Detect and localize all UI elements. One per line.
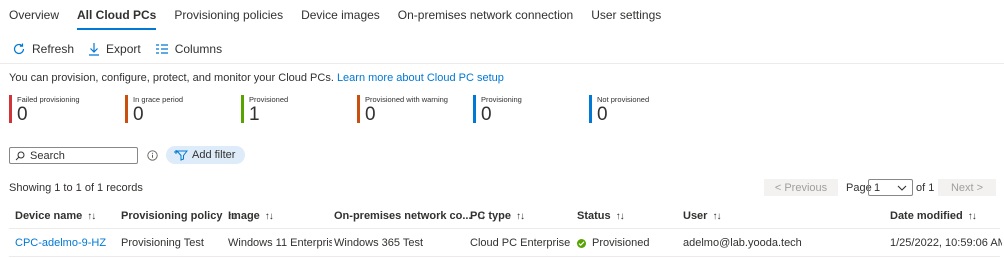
toolbar-divider [0, 63, 1004, 64]
download-icon [89, 43, 100, 56]
column-header-label: Image [228, 210, 260, 222]
page-total: of 1 [916, 182, 935, 194]
stat-value: 0 [481, 104, 492, 125]
info-description: You can provision, configure, protect, a… [9, 72, 337, 84]
tab-overview[interactable]: Overview [9, 0, 59, 30]
add-filter-label: Add filter [192, 149, 236, 161]
column-header-label: PC type [470, 210, 511, 222]
toolbar: Refresh Export Columns [0, 38, 236, 60]
cell-device-name[interactable]: CPC-adelmo-9-HZ [15, 237, 115, 249]
cell-pc-type: Cloud PC Enterprise 2v... [470, 237, 574, 249]
stat-value: 0 [133, 104, 144, 125]
refresh-label: Refresh [32, 42, 75, 56]
stat-label: Not provisioned [597, 95, 650, 104]
status-summary: Failed provisioning 0 In grace period 0 … [9, 94, 705, 125]
column-header-label: User [683, 210, 708, 222]
column-header-pc-type[interactable]: PC type ↑↓ [470, 210, 525, 222]
export-button[interactable]: Export [88, 42, 141, 56]
tab-device-images[interactable]: Device images [301, 0, 380, 30]
stat-color-bar [241, 95, 244, 123]
page-select[interactable]: 1 [868, 179, 913, 196]
stat-label: Provisioned with warning [365, 95, 448, 104]
tab-provisioning-policies[interactable]: Provisioning policies [174, 0, 283, 30]
page-select-value: 1 [874, 181, 881, 194]
stat-color-bar [357, 95, 360, 123]
sort-icon: ↑↓ [87, 210, 96, 222]
tab-bar: Overview All Cloud PCs Provisioning poli… [0, 0, 679, 32]
cell-provisioning-policy: Provisioning Test [121, 237, 204, 249]
stat-value: 0 [365, 104, 376, 125]
columns-label: Columns [174, 42, 223, 56]
cell-network: Windows 365 Test [334, 237, 424, 249]
info-text: You can provision, configure, protect, a… [9, 72, 504, 84]
stat-not-provisioned[interactable]: Not provisioned 0 [589, 94, 705, 125]
stat-label: In grace period [133, 95, 184, 104]
sort-icon: ↑↓ [615, 210, 625, 222]
stat-color-bar [125, 95, 128, 123]
sort-icon: ↑↓ [264, 210, 274, 222]
cell-status: Provisioned [577, 237, 677, 249]
column-header-status[interactable]: Status ↑↓ [577, 210, 625, 222]
stat-color-bar [473, 95, 476, 123]
cell-date-modified: 1/25/2022, 10:59:06 AM [890, 237, 1002, 249]
columns-icon [155, 44, 168, 54]
learn-more-link[interactable]: Learn more about Cloud PC setup [337, 72, 504, 84]
info-icon[interactable] [147, 150, 158, 161]
success-check-icon [577, 238, 586, 248]
next-page-button[interactable]: Next > [938, 179, 996, 196]
column-header-label: On-premises network co... [334, 210, 472, 222]
stat-label: Provisioning [481, 95, 522, 104]
refresh-icon [13, 43, 25, 55]
filter-icon [174, 150, 188, 161]
search-icon [15, 151, 25, 160]
column-header-label: Date modified [890, 210, 963, 222]
previous-page-button[interactable]: < Previous [764, 179, 838, 196]
cell-image: Windows 11 Enterprise... [228, 237, 332, 249]
tab-user-settings[interactable]: User settings [591, 0, 661, 30]
stat-failed-provisioning[interactable]: Failed provisioning 0 [9, 94, 125, 125]
stat-label: Provisioned [249, 95, 289, 104]
stat-label: Failed provisioning [17, 95, 80, 104]
column-header-device-name[interactable]: Device name ↑↓ [15, 210, 96, 222]
stat-provisioned[interactable]: Provisioned 1 [241, 94, 357, 125]
search-input[interactable] [30, 149, 130, 162]
column-header-label: Device name [15, 210, 83, 222]
column-header-date-modified[interactable]: Date modified ↑↓ [890, 210, 977, 222]
table-header: Device name ↑↓ Provisioning policy ↑↓ Imag… [0, 207, 1004, 227]
tab-on-premises-network-connection[interactable]: On-premises network connection [398, 0, 573, 30]
stat-value: 0 [597, 104, 608, 125]
sort-icon: ↑↓ [967, 210, 977, 222]
stat-value: 1 [249, 104, 260, 125]
column-header-label: Provisioning policy [121, 210, 223, 222]
stat-color-bar [9, 95, 12, 123]
refresh-button[interactable]: Refresh [12, 42, 74, 56]
column-header-network[interactable]: On-premises network co... ↑↓ [334, 210, 486, 222]
stat-provisioned-with-warning[interactable]: Provisioned with warning 0 [357, 94, 473, 125]
chevron-down-icon [897, 185, 907, 191]
search-box [9, 147, 138, 164]
stat-value: 0 [17, 104, 28, 125]
export-label: Export [106, 42, 141, 56]
stat-color-bar [589, 95, 592, 123]
status-label: Provisioned [592, 237, 650, 249]
cell-user: adelmo@lab.yooda.tech [683, 237, 802, 249]
column-header-user[interactable]: User ↑↓ [683, 210, 721, 222]
columns-button[interactable]: Columns [155, 42, 222, 56]
table-header-divider [9, 228, 1000, 229]
record-count: Showing 1 to 1 of 1 records [9, 182, 143, 194]
tab-all-cloud-pcs[interactable]: All Cloud PCs [77, 0, 157, 30]
stat-in-grace-period[interactable]: In grace period 0 [125, 94, 241, 125]
stat-provisioning[interactable]: Provisioning 0 [473, 94, 589, 125]
column-header-label: Status [577, 210, 611, 222]
column-header-provisioning-policy[interactable]: Provisioning policy ↑↓ [121, 210, 236, 222]
add-filter-button[interactable]: Add filter [166, 146, 246, 164]
column-header-image[interactable]: Image ↑↓ [228, 210, 274, 222]
sort-icon: ↑↓ [712, 210, 721, 222]
sort-icon: ↑↓ [515, 210, 525, 222]
table-row-divider [9, 256, 1000, 257]
